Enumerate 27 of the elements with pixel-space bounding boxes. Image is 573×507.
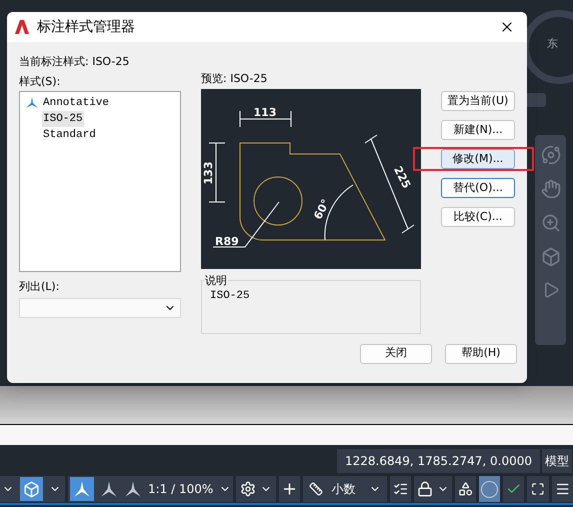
dimension-label: R89: [215, 234, 239, 248]
style-list-item[interactable]: Annotative: [42, 94, 110, 112]
list-label: 列出(L):: [19, 279, 60, 295]
dimension-label: 60°: [311, 196, 333, 222]
coordinates-display: 1228.6849, 1785.2747, 0.0000: [336, 449, 540, 473]
dimension-label: 225: [391, 164, 414, 190]
style-list-item[interactable]: ISO-25: [42, 110, 84, 128]
compass-label: 东: [547, 36, 558, 52]
dialog-button[interactable]: 替代(O)...: [441, 178, 515, 198]
dialog-button[interactable]: 修改(M)...: [441, 149, 515, 169]
dimension-label: 133: [202, 161, 215, 184]
units-dropdown[interactable]: 小数: [303, 476, 387, 502]
model-space-button[interactable]: 模型: [542, 449, 572, 473]
dialog-button[interactable]: 比较(C)...: [441, 207, 515, 227]
dimension-label: 113: [254, 106, 276, 118]
styles-label: 样式(S):: [19, 74, 62, 90]
units-value: 小数: [331, 481, 356, 498]
annotation-scale[interactable]: 1:1 / 100%: [148, 480, 214, 498]
footer-button[interactable]: 关闭: [360, 344, 432, 364]
description-text: ISO-25: [210, 290, 250, 302]
dialog-button[interactable]: 新建(N)...: [441, 120, 515, 140]
current-style-label: 当前标注样式: ISO-25: [19, 54, 130, 70]
style-list-item[interactable]: Standard: [42, 126, 97, 144]
footer-button[interactable]: 帮助(H): [445, 344, 517, 364]
window-title: 标注样式管理器: [37, 18, 135, 36]
dialog-button[interactable]: 置为当前(U): [441, 91, 515, 111]
preview-label: 预览: ISO-25: [201, 71, 268, 87]
